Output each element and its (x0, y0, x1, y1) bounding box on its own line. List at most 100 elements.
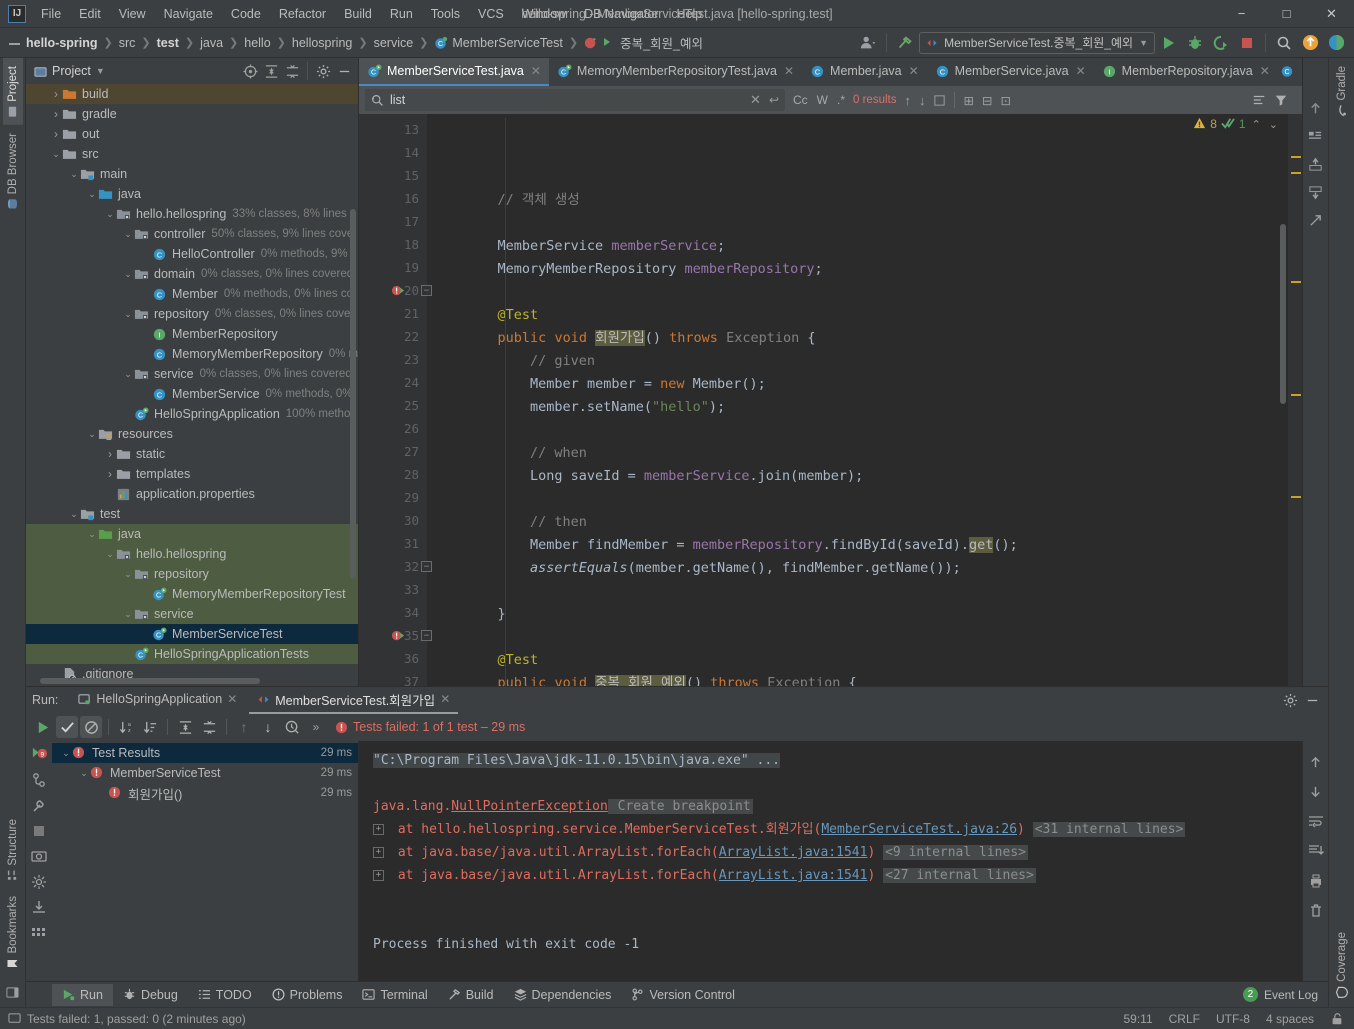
breadcrumb-project[interactable]: hello-spring (8, 36, 98, 50)
file-encoding[interactable]: UTF-8 (1216, 1012, 1250, 1026)
editor-tab-memorymemberrepositorytest-java[interactable]: C MemoryMemberRepositoryTest.java ✕ (549, 58, 802, 86)
next-problem-icon[interactable]: ⌄ (1267, 118, 1280, 131)
tree-item-repository[interactable]: ⌄ repository (26, 564, 358, 584)
menu-tools[interactable]: Tools (422, 3, 469, 25)
editor-tab-memberservicetest-java[interactable]: C MemberServiceTest.java ✕ (359, 58, 549, 86)
menu-window[interactable]: Window (513, 3, 575, 25)
tree-item-test[interactable]: ⌄ test (26, 504, 358, 524)
tree-item-service[interactable]: ⌄ service 0% classes, 0% lines covered (26, 364, 358, 384)
bottom-tool-version-control[interactable]: Version Control (621, 984, 744, 1006)
gutter-line-37[interactable]: 37 (359, 670, 427, 686)
gutter-line-31[interactable]: 31 (359, 532, 427, 555)
tree-item-java[interactable]: ⌄ java (26, 524, 358, 544)
code-line-30[interactable]: assertEquals(member.getName(), findMembe… (427, 557, 1302, 580)
coverage-expand-icon[interactable] (1306, 210, 1326, 230)
gutter-line-33[interactable]: 33 (359, 578, 427, 601)
clear-search-icon[interactable]: ✕ (750, 92, 761, 108)
print-icon[interactable] (1308, 873, 1324, 889)
sort-alphabetically-icon[interactable]: az (115, 716, 137, 738)
bottom-tool-problems[interactable]: Problems (262, 984, 353, 1006)
gutter-line-13[interactable]: 13 (359, 118, 427, 141)
chevron-right-icon[interactable]: › (104, 464, 116, 484)
chevron-down-icon[interactable]: ⌄ (68, 164, 80, 184)
menu-file[interactable]: File (32, 3, 70, 25)
menu-run[interactable]: Run (381, 3, 422, 25)
stripe-marker[interactable] (1291, 394, 1301, 396)
gutter-line-20[interactable]: 20− (359, 279, 432, 302)
add-line-icon[interactable]: ⊞ (963, 93, 973, 108)
export-test-results-icon[interactable] (31, 900, 47, 916)
stripe-marker[interactable] (1291, 172, 1301, 174)
chevron-down-icon[interactable]: ⌄ (68, 504, 80, 524)
chevron-right-icon[interactable]: › (50, 104, 62, 124)
internal-lines-badge[interactable]: <27 internal lines> (883, 868, 1036, 883)
next-failed-test-icon[interactable]: ↓ (257, 716, 279, 738)
tree-item-memberservicetest[interactable]: C MemberServiceTest (26, 624, 358, 644)
gutter-line-29[interactable]: 29 (359, 486, 427, 509)
gutter-line-23[interactable]: 23 (359, 348, 427, 371)
find-in-selection-icon[interactable] (1252, 93, 1266, 107)
hide-run-panel-icon[interactable] (1302, 690, 1322, 710)
editor-tab-overflow-stub[interactable]: C (1278, 58, 1296, 86)
bottom-tool-run[interactable]: Run (52, 983, 113, 1006)
chevron-down-icon[interactable]: ⌄ (122, 364, 134, 384)
search-everywhere-icon[interactable] (1272, 31, 1296, 55)
menu-view[interactable]: View (110, 3, 155, 25)
code-line-13[interactable] (427, 166, 1302, 189)
gutter-line-18[interactable]: 18 (359, 233, 427, 256)
bottom-tool-build[interactable]: Build (438, 984, 504, 1006)
tree-item-hellocontroller[interactable]: C HelloController 0% methods, 9% l (26, 244, 358, 264)
source-link[interactable]: MemberServiceTest.java:26 (821, 822, 1017, 837)
expand-frames-toggle[interactable]: + (373, 870, 384, 881)
previous-problem-icon[interactable]: ⌃ (1250, 118, 1263, 131)
coverage-import-icon[interactable] (1306, 154, 1326, 174)
code-line-35[interactable]: public void 중복_회원_예외() throws Exception … (427, 672, 1302, 686)
close-icon[interactable]: ✕ (440, 692, 450, 706)
test-history-icon[interactable] (281, 716, 303, 738)
tree-item-domain[interactable]: ⌄ domain 0% classes, 0% lines covered (26, 264, 358, 284)
build-hammer-icon[interactable] (893, 31, 917, 55)
test-settings-wrench-icon[interactable] (31, 798, 47, 814)
close-icon[interactable]: ✕ (531, 64, 541, 78)
project-settings-gear-icon[interactable] (313, 61, 333, 81)
caret-position[interactable]: 59:11 (1123, 1012, 1152, 1026)
menu-code[interactable]: Code (222, 3, 270, 25)
settings-gear-icon[interactable] (1324, 31, 1348, 55)
tree-item-templates[interactable]: › templates (26, 464, 358, 484)
minimize-button[interactable]: − (1219, 0, 1264, 28)
breadcrumb-src[interactable]: src (119, 36, 136, 50)
gutter-line-15[interactable]: 15 (359, 164, 427, 187)
gutter-line-34[interactable]: 34 (359, 601, 427, 624)
code-line-14[interactable]: // 객체 생성 (427, 189, 1302, 212)
gutter-line-30[interactable]: 30 (359, 509, 427, 532)
editor-tab-memberservice-java[interactable]: C MemberService.java ✕ (927, 58, 1094, 86)
code-line-23[interactable]: member.setName("hello"); (427, 396, 1302, 419)
code-line-17[interactable]: MemoryMemberRepository memberRepository; (427, 258, 1302, 281)
gutter-line-24[interactable]: 24 (359, 371, 427, 394)
menu-edit[interactable]: Edit (70, 3, 110, 25)
chevron-right-icon[interactable]: › (50, 84, 62, 104)
chevron-down-icon[interactable]: ⌄ (78, 763, 90, 783)
expand-frames-toggle[interactable]: + (373, 847, 384, 858)
expand-all-icon[interactable] (261, 61, 281, 81)
coverage-up-icon[interactable] (1306, 98, 1326, 118)
profile-icon[interactable] (31, 874, 47, 890)
tree-item-hello-hellospring[interactable]: ⌄ hello.hellospring (26, 544, 358, 564)
menu-build[interactable]: Build (335, 3, 381, 25)
code-line-32[interactable]: } (427, 603, 1302, 626)
chevron-down-icon[interactable]: ⌄ (86, 424, 98, 444)
breadcrumb-class[interactable]: C MemberServiceTest (434, 36, 563, 50)
create-breakpoint-link[interactable]: Create breakpoint (607, 799, 753, 814)
gutter-line-21[interactable]: 21 (359, 302, 427, 325)
tree-item-hello-hellospring[interactable]: ⌄ hello.hellospring 33% classes, 8% lines … (26, 204, 358, 224)
code-line-34[interactable]: @Test (427, 649, 1302, 672)
test-results-tree[interactable]: ⌄ Test Results 29 ms ⌄ MemberServiceTest 29 m… (52, 741, 359, 981)
source-link[interactable]: ArrayList.java:1541 (719, 868, 868, 883)
run-settings-gear-icon[interactable] (1280, 690, 1300, 710)
sidebar-item-bookmarks[interactable]: Bookmarks (3, 888, 23, 978)
code-line-24[interactable] (427, 419, 1302, 442)
tree-item-memberservice[interactable]: C MemberService 0% methods, 0% (26, 384, 358, 404)
previous-failed-test-icon[interactable]: ↑ (233, 716, 255, 738)
tree-item-member[interactable]: C Member 0% methods, 0% lines co (26, 284, 358, 304)
remove-line-icon[interactable]: ⊟ (982, 93, 992, 108)
